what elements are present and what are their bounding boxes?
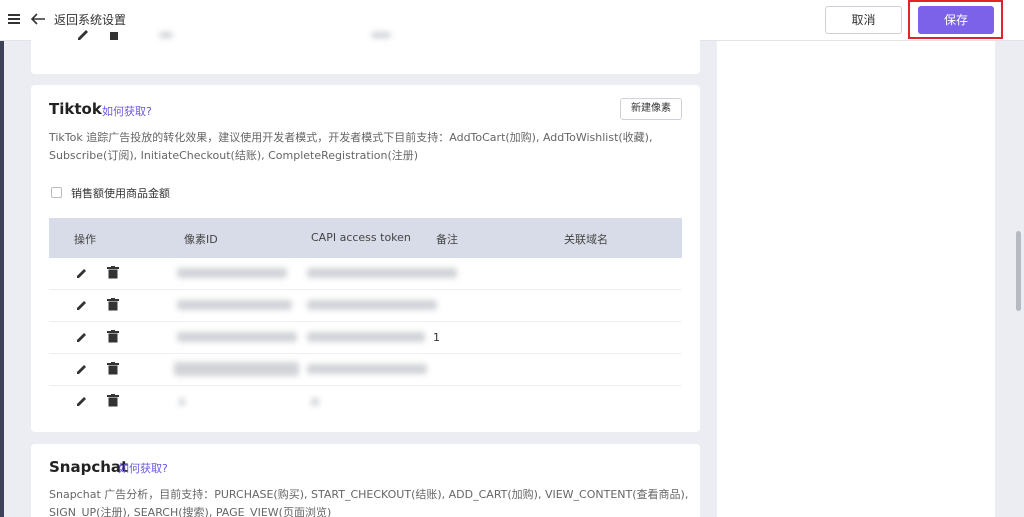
pixel-table-header: 操作 像素ID CAPI access token 备注 关联域名 [49, 218, 682, 258]
tiktok-description-line2: Subscribe(订阅), InitiateCheckout(结账), Com… [49, 149, 419, 162]
masked-pixel-id [177, 268, 287, 278]
masked-access-token [307, 364, 427, 374]
column-header-actions: 操作 [74, 233, 96, 246]
edit-icon[interactable] [76, 395, 88, 407]
snapchat-section: Snapchat 如何获取? Snapchat 广告分析，目前支持：PURCHA… [31, 444, 700, 517]
edit-icon[interactable] [76, 267, 88, 279]
table-row [49, 354, 682, 386]
cancel-button[interactable]: 取消 [825, 6, 902, 34]
column-header-remark: 备注 [436, 233, 458, 246]
back-arrow-icon[interactable] [30, 11, 46, 27]
tiktok-help-link[interactable]: 如何获取? [102, 103, 152, 119]
masked-value [371, 32, 391, 38]
table-row: 1 [49, 322, 682, 354]
masked-access-token [307, 300, 437, 310]
snapchat-title: Snapchat [49, 458, 129, 476]
previous-section-card [31, 28, 700, 74]
masked-pixel-id [177, 300, 292, 310]
masked-access-token [307, 332, 425, 342]
masked-pixel-id [174, 362, 299, 376]
left-rail [0, 41, 4, 517]
snapchat-description-line1: Snapchat 广告分析，目前支持：PURCHASE(购买), START_C… [49, 488, 689, 501]
tiktok-title: Tiktok [49, 100, 102, 118]
edit-icon[interactable] [76, 363, 88, 375]
column-header-linked-domain: 关联域名 [564, 233, 608, 246]
trash-icon[interactable] [107, 394, 119, 407]
table-row [49, 258, 682, 290]
column-header-pixel-id: 像素ID [184, 233, 218, 246]
new-pixel-button[interactable]: 新建像素 [620, 98, 682, 120]
trash-icon[interactable] [109, 30, 119, 40]
snapchat-help-link[interactable]: 如何获取? [118, 460, 168, 476]
page-scrollbar[interactable] [1016, 231, 1021, 311]
edit-icon[interactable] [76, 331, 88, 343]
use-product-amount-label: 销售额使用商品金额 [71, 187, 170, 200]
masked-value [159, 32, 173, 38]
trash-icon[interactable] [107, 266, 119, 279]
back-to-settings-link[interactable]: 返回系统设置 [54, 11, 126, 28]
edit-icon[interactable] [76, 299, 88, 311]
masked-access-token [311, 398, 319, 406]
masked-pixel-id [177, 332, 297, 342]
edit-icon[interactable] [76, 30, 90, 40]
tiktok-description-line1: TikTok 追踪广告投放的转化效果，建议使用开发者模式，开发者模式下目前支持：… [49, 131, 653, 144]
trash-icon[interactable] [107, 330, 119, 343]
table-row [49, 386, 682, 418]
trash-icon[interactable] [107, 298, 119, 311]
table-row [49, 290, 682, 322]
masked-access-token [307, 268, 457, 278]
menu-icon[interactable] [8, 13, 20, 25]
save-button[interactable]: 保存 [918, 6, 994, 34]
snapchat-description-line2: SIGN_UP(注册), SEARCH(搜索), PAGE_VIEW(页面浏览) [49, 506, 332, 517]
remark-value: 1 [433, 331, 440, 344]
masked-pixel-id [179, 398, 185, 406]
column-header-capi-token: CAPI access token [311, 231, 411, 244]
use-product-amount-checkbox[interactable] [51, 187, 62, 198]
tiktok-section: Tiktok 如何获取? 新建像素 TikTok 追踪广告投放的转化效果，建议使… [31, 85, 700, 432]
side-panel [717, 41, 995, 517]
trash-icon[interactable] [107, 362, 119, 375]
